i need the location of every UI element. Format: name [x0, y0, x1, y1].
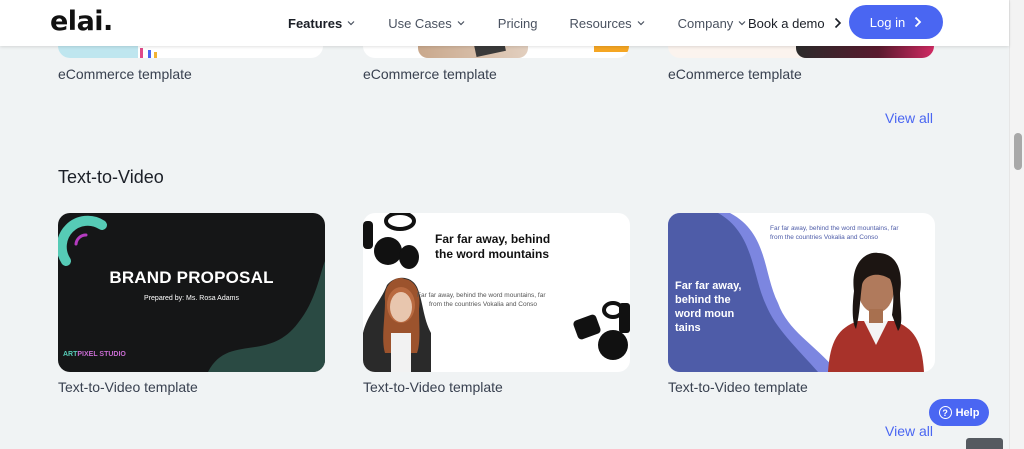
- card-heading-line: tains: [675, 322, 701, 334]
- card-body-line: Far far away, behind the word mountains,…: [770, 225, 899, 232]
- card-caption: Text-to-Video template: [668, 379, 808, 395]
- card-heading-line: Far far away, behind: [435, 232, 551, 246]
- nav-item-resources[interactable]: Resources: [570, 16, 646, 31]
- thumbnail-art: [148, 50, 151, 58]
- card-heading-line: behind the: [675, 294, 731, 306]
- view-all-ecommerce-link[interactable]: View all: [885, 110, 933, 126]
- card-heading-line: the word mountains: [435, 247, 549, 261]
- scrollbar-thumb[interactable]: [1014, 133, 1022, 170]
- card-body-line: from the countries Vokalia and Conso: [770, 234, 879, 241]
- chevron-down-icon: [738, 21, 746, 26]
- main-nav: Features Use Cases Pricing Resources Com…: [288, 0, 779, 46]
- view-all-text-to-video-link[interactable]: View all: [885, 423, 933, 439]
- template-card-far-away-white[interactable]: Far far away, behind the word mountains …: [363, 213, 630, 372]
- card-caption: eCommerce template: [363, 66, 497, 82]
- card-heading-line: word moun: [675, 308, 735, 320]
- nav-item-use-cases[interactable]: Use Cases: [388, 16, 466, 31]
- card-body-line: from the countries Vokalia and Conso: [429, 301, 538, 308]
- chevron-right-icon: [834, 17, 841, 29]
- nav-label: Features: [288, 15, 343, 31]
- book-demo-link[interactable]: Book a demo: [748, 0, 842, 46]
- card-subheading: Prepared by: Ms. Rosa Adams: [144, 295, 239, 302]
- nav-label: Use Cases: [388, 15, 452, 31]
- card-caption: Text-to-Video template: [363, 379, 503, 395]
- scroll-to-top-button[interactable]: [966, 438, 1003, 449]
- card-caption: eCommerce template: [58, 66, 192, 82]
- studio-brand: ARTPIXEL STUDIO: [63, 351, 126, 358]
- nav-label: Resources: [569, 15, 632, 31]
- nav-label: Pricing: [497, 15, 538, 31]
- card-heading: BRAND PROPOSAL: [109, 268, 274, 287]
- chevron-down-icon: [457, 21, 465, 26]
- nav-item-features[interactable]: Features: [288, 16, 356, 31]
- nav-item-pricing[interactable]: Pricing: [498, 16, 538, 31]
- chevron-down-icon: [637, 21, 645, 26]
- login-label: Log in: [869, 14, 906, 30]
- thumbnail-art: [154, 52, 157, 58]
- thumbnail-art: [140, 48, 143, 58]
- help-button[interactable]: ? Help: [929, 399, 989, 426]
- question-icon: ?: [938, 406, 952, 419]
- page-scrollbar[interactable]: [1009, 0, 1024, 449]
- help-label: Help: [955, 406, 980, 419]
- book-demo-label: Book a demo: [748, 15, 825, 31]
- card-caption: eCommerce template: [668, 66, 802, 82]
- studio-brand-a: ART: [63, 351, 78, 358]
- chevron-down-icon: [347, 21, 355, 26]
- site-header: elai. Features Use Cases Pricing Resourc…: [0, 0, 1009, 46]
- nav-label: Company: [677, 15, 734, 31]
- card-heading-line: Far far away,: [675, 280, 742, 292]
- chevron-right-icon: [915, 16, 922, 28]
- decorative-arc-shape: [58, 215, 325, 372]
- template-card-brand-proposal[interactable]: BRAND PROPOSAL Prepared by: Ms. Rosa Ada…: [58, 213, 325, 372]
- elai-logo[interactable]: elai.: [50, 6, 113, 37]
- studio-brand-b: PIXEL STUDIO: [77, 351, 126, 358]
- section-title: Text-to-Video: [58, 167, 164, 187]
- card-body-line: Far far away, behind the word mountains,…: [417, 292, 546, 299]
- template-card-far-away-purple[interactable]: Far far away, behind the word moun tains…: [668, 213, 935, 372]
- card-caption: Text-to-Video template: [58, 379, 198, 395]
- nav-item-company[interactable]: Company: [678, 16, 748, 31]
- login-button[interactable]: Log in: [849, 5, 943, 39]
